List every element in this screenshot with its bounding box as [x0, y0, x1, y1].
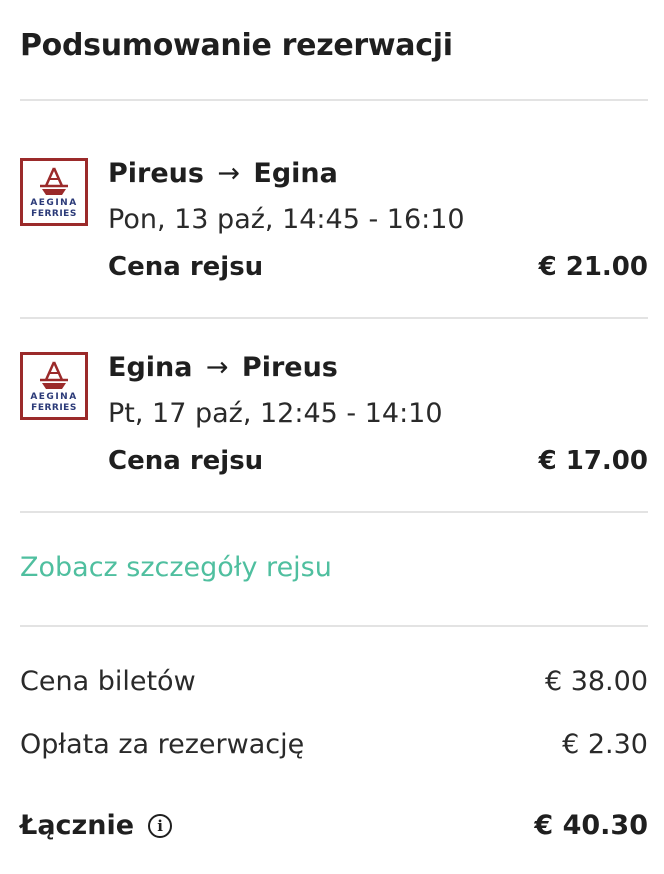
total-value: € 40.30: [534, 810, 648, 841]
total-label: Łącznie: [20, 810, 135, 841]
trip-price: € 17.00: [538, 446, 648, 476]
trip-price-label: Cena rejsu: [108, 252, 264, 282]
total-label-wrap: Łącznie i: [20, 810, 173, 841]
logo-text-ferries: FERRIES: [31, 403, 77, 413]
logo-text-ferries: FERRIES: [31, 209, 77, 219]
trip-item: AEGINA FERRIES Pireus → Egina Pon, 13 pa…: [20, 158, 648, 318]
trip-item: AEGINA FERRIES Egina → Pireus Pt, 17 paź…: [20, 352, 648, 512]
ship-icon: [40, 167, 68, 195]
arrow-right-icon: →: [217, 158, 240, 189]
route-to: Pireus: [241, 352, 338, 383]
trip-price-label: Cena rejsu: [108, 446, 264, 476]
tickets-price-label: Cena biletów: [20, 666, 196, 697]
arrow-right-icon: →: [205, 352, 229, 383]
divider: [20, 625, 648, 627]
booking-fee-value: € 2.30: [562, 729, 648, 760]
booking-summary: Podsumowanie rezerwacji AEGINA FERRIES P…: [0, 0, 664, 874]
divider: [20, 511, 648, 513]
booking-fee-label: Opłata za rezerwację: [20, 729, 305, 760]
divider: [20, 99, 648, 101]
info-icon[interactable]: i: [148, 814, 173, 838]
logo-text-aegina: AEGINA: [30, 198, 78, 208]
route-to: Egina: [253, 158, 338, 189]
tickets-price-value: € 38.00: [544, 666, 648, 697]
route-from: Pireus: [108, 158, 204, 189]
ship-icon: [40, 361, 68, 389]
aegina-ferries-logo: AEGINA FERRIES: [20, 352, 88, 420]
page-title: Podsumowanie rezerwacji: [20, 28, 453, 63]
aegina-ferries-logo: AEGINA FERRIES: [20, 158, 88, 226]
trip-details-link[interactable]: Zobacz szczegóły rejsu: [20, 552, 332, 583]
trip-datetime: Pon, 13 paź, 14:45 - 16:10: [108, 204, 465, 235]
divider: [20, 317, 648, 319]
trip-route: Pireus → Egina: [108, 158, 338, 189]
route-from: Egina: [108, 352, 193, 383]
trip-datetime: Pt, 17 paź, 12:45 - 14:10: [108, 398, 443, 429]
logo-text-aegina: AEGINA: [30, 392, 78, 402]
trip-price: € 21.00: [538, 252, 648, 282]
trip-route: Egina → Pireus: [108, 352, 338, 383]
